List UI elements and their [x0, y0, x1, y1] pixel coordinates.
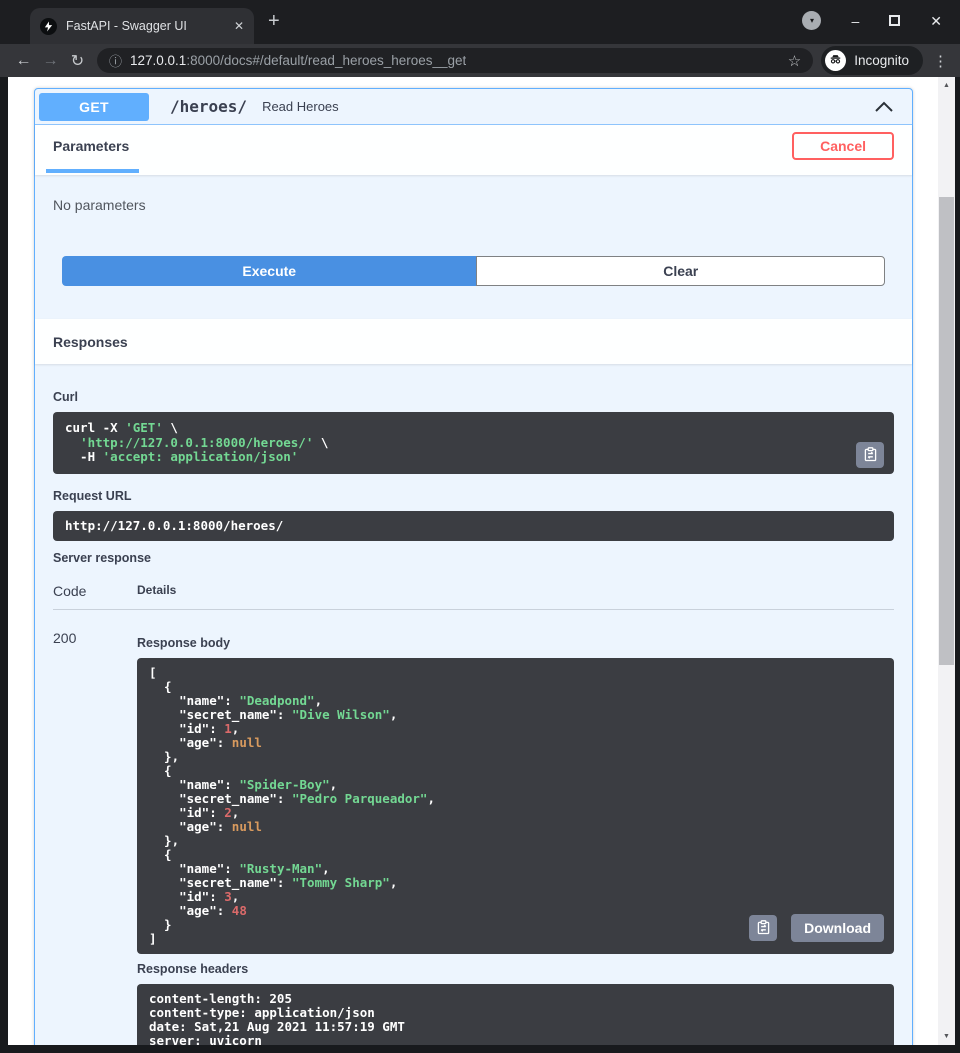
incognito-label: Incognito — [854, 53, 909, 68]
address-bar[interactable]: ⓘ 127.0.0.1:8000/docs#/default/read_hero… — [97, 48, 813, 73]
response-body-block: [ { "name": "Deadpond", "secret_name": "… — [137, 658, 894, 954]
site-info-icon[interactable]: ⓘ — [109, 51, 122, 70]
code-column-header: Code — [53, 583, 137, 599]
server-response-label: Server response — [53, 551, 894, 565]
execute-button[interactable]: Execute — [62, 256, 476, 286]
active-tab-underline — [46, 169, 139, 173]
bookmark-star-icon[interactable]: ☆ — [788, 52, 801, 70]
response-body-label: Response body — [137, 636, 894, 650]
scrollbar-thumb[interactable] — [939, 197, 954, 665]
endpoint-summary: Read Heroes — [262, 99, 339, 114]
download-button[interactable]: Download — [791, 914, 884, 942]
url-text: 127.0.0.1:8000/docs#/default/read_heroes… — [130, 53, 466, 68]
cancel-button[interactable]: Cancel — [792, 132, 894, 160]
browser-menu-icon[interactable]: ⋮ — [933, 52, 948, 70]
responses-title: Responses — [53, 334, 128, 350]
incognito-icon — [825, 50, 846, 71]
curl-label: Curl — [53, 390, 894, 404]
tab-close-icon[interactable]: ✕ — [234, 19, 244, 33]
collapse-chevron-icon[interactable] — [874, 101, 894, 113]
responses-area: Curl curl -X 'GET' \ 'http://127.0.0.1:8… — [35, 364, 912, 1045]
opblock-get-heroes: GET /heroes/ Read Heroes Parameters Canc… — [34, 88, 913, 1045]
no-parameters-text: No parameters — [35, 175, 912, 213]
browser-tab[interactable]: FastAPI - Swagger UI ✕ — [30, 8, 254, 44]
parameters-title: Parameters — [53, 138, 129, 154]
url-host: 127.0.0.1 — [130, 53, 186, 68]
fastapi-favicon-icon — [40, 18, 57, 35]
browser-toolbar: ← → ↻ ⓘ 127.0.0.1:8000/docs#/default/rea… — [0, 44, 960, 77]
opblock-summary[interactable]: GET /heroes/ Read Heroes — [35, 89, 912, 125]
response-row-200: 200 Response body [ { "name": "Deadpond"… — [53, 610, 894, 1046]
reload-icon[interactable]: ↻ — [64, 51, 91, 71]
details-column-header: Details — [137, 583, 894, 599]
response-details-cell: Response body [ { "name": "Deadpond", "s… — [137, 630, 894, 1046]
server-response-table: Code Details 200 Response body [ { "name… — [53, 573, 894, 1046]
response-headers-block: content-length: 205 content-type: applic… — [137, 984, 894, 1046]
execute-row: Execute Clear — [62, 256, 885, 286]
swagger-page: GET /heroes/ Read Heroes Parameters Canc… — [8, 77, 938, 1045]
status-code: 200 — [53, 630, 137, 1046]
tab-search-button[interactable]: ▾ — [802, 11, 821, 30]
scrollbar-down-icon[interactable]: ▼ — [938, 1033, 955, 1040]
copy-response-button[interactable] — [749, 915, 777, 941]
window-close-button[interactable]: ✕ — [930, 14, 942, 28]
endpoint-path: /heroes/ — [170, 97, 247, 116]
copy-curl-button[interactable] — [856, 442, 884, 468]
forward-icon[interactable]: → — [37, 52, 64, 70]
tab-title: FastAPI - Swagger UI — [66, 19, 228, 33]
back-icon[interactable]: ← — [10, 52, 37, 70]
parameters-header: Parameters Cancel — [35, 125, 912, 175]
responses-header: Responses — [35, 319, 912, 364]
new-tab-button[interactable]: + — [268, 11, 280, 31]
minimize-button[interactable]: – — [851, 14, 859, 28]
http-method-badge: GET — [39, 93, 149, 121]
curl-command-block: curl -X 'GET' \ 'http://127.0.0.1:8000/h… — [53, 412, 894, 474]
request-url-label: Request URL — [53, 489, 894, 503]
incognito-badge: Incognito — [821, 46, 923, 75]
clear-button[interactable]: Clear — [476, 256, 885, 286]
scrollbar-up-icon[interactable]: ▲ — [938, 82, 955, 89]
response-table-header: Code Details — [53, 573, 894, 610]
request-url-block: http://127.0.0.1:8000/heroes/ — [53, 511, 894, 541]
maximize-button[interactable] — [889, 15, 900, 26]
page-scrollbar[interactable]: ▲ ▼ — [938, 77, 955, 1045]
browser-tab-strip: FastAPI - Swagger UI ✕ + ▾ – ✕ — [0, 0, 960, 44]
response-headers-label: Response headers — [137, 962, 894, 976]
url-path: :8000/docs#/default/read_heroes_heroes__… — [186, 53, 466, 68]
